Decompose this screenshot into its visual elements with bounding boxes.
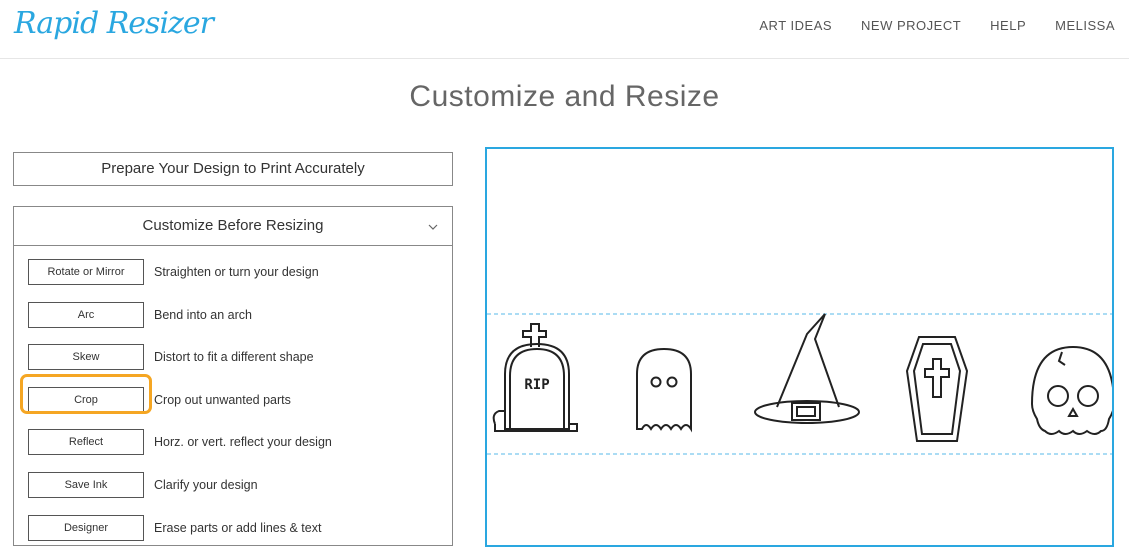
tool-row-reflect: Reflect Horz. or vert. reflect your desi… xyxy=(28,429,332,455)
tool-row-save-ink: Save Ink Clarify your design xyxy=(28,472,258,498)
designer-button[interactable]: Designer xyxy=(28,515,144,541)
tool-desc: Erase parts or add lines & text xyxy=(154,521,322,535)
ghost-icon xyxy=(636,347,692,433)
reflect-button[interactable]: Reflect xyxy=(28,429,144,455)
save-ink-button[interactable]: Save Ink xyxy=(28,472,144,498)
tool-desc: Distort to fit a different shape xyxy=(154,350,314,364)
tool-row-designer: Designer Erase parts or add lines & text xyxy=(28,515,321,541)
tool-desc: Bend into an arch xyxy=(154,308,252,322)
tool-desc: Horz. or vert. reflect your design xyxy=(154,435,332,449)
coffin-icon xyxy=(905,336,969,442)
svg-text:RIP: RIP xyxy=(524,377,549,393)
crop-button[interactable]: Crop xyxy=(28,387,144,413)
witch-hat-icon xyxy=(754,313,860,424)
tombstone-icon: RIP xyxy=(492,323,578,432)
tool-row-crop: Crop Crop out unwanted parts xyxy=(28,387,291,413)
page-title: Customize and Resize xyxy=(409,80,720,113)
nav-bar: ART IDEAS NEW PROJECT HELP MELISSA xyxy=(759,18,1115,33)
customize-panel: Customize Before Resizing Rotate or Mirr… xyxy=(13,206,453,546)
arc-button[interactable]: Arc xyxy=(28,302,144,328)
skew-button[interactable]: Skew xyxy=(28,344,144,370)
design-preview: RIP xyxy=(487,313,1116,455)
logo[interactable]: Rapid Resizer xyxy=(14,6,214,41)
skull-icon xyxy=(1030,345,1116,435)
tool-row-skew: Skew Distort to fit a different shape xyxy=(28,344,314,370)
customize-panel-title: Customize Before Resizing xyxy=(142,217,324,234)
tool-desc: Crop out unwanted parts xyxy=(154,393,291,407)
nav-user-melissa[interactable]: MELISSA xyxy=(1055,18,1115,33)
nav-art-ideas[interactable]: ART IDEAS xyxy=(759,18,832,33)
tool-row-rotate: Rotate or Mirror Straighten or turn your… xyxy=(28,259,319,285)
tool-desc: Straighten or turn your design xyxy=(154,265,319,279)
nav-help[interactable]: HELP xyxy=(990,18,1026,33)
customize-panel-header[interactable]: Customize Before Resizing xyxy=(14,207,452,246)
nav-new-project[interactable]: NEW PROJECT xyxy=(861,18,961,33)
tool-row-arc: Arc Bend into an arch xyxy=(28,302,252,328)
tool-desc: Clarify your design xyxy=(154,478,258,492)
prepare-design-button[interactable]: Prepare Your Design to Print Accurately xyxy=(13,152,453,186)
chevron-down-icon[interactable] xyxy=(428,207,438,245)
design-canvas[interactable]: RIP xyxy=(485,147,1116,547)
rotate-mirror-button[interactable]: Rotate or Mirror xyxy=(28,259,144,285)
header: Rapid Resizer ART IDEAS NEW PROJECT HELP… xyxy=(0,0,1129,59)
